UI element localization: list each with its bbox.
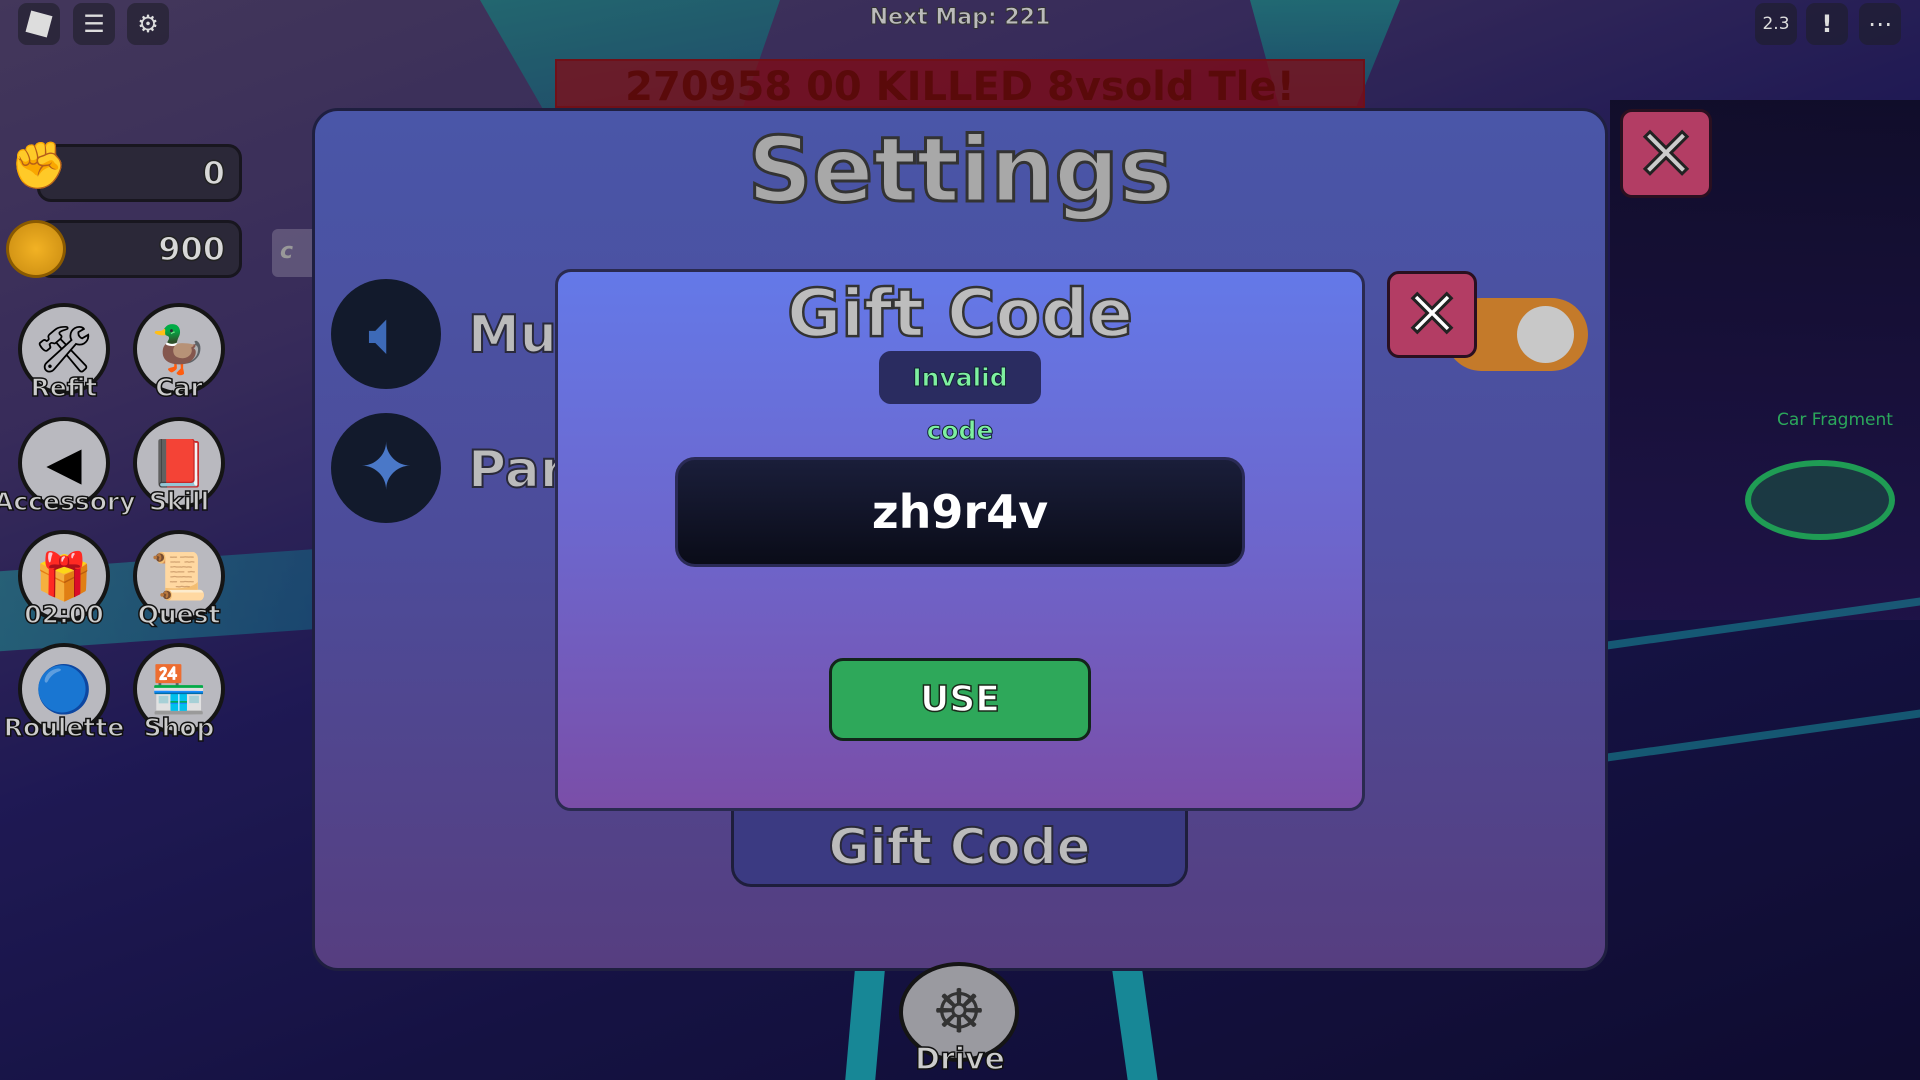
drive-label: Drive: [914, 1041, 1005, 1078]
sparkle-icon: ✦: [359, 431, 413, 505]
kill-banner: 270958 00 KILLED 8vsold Tle!: [555, 59, 1365, 108]
more-icon: ⋯: [1868, 10, 1892, 38]
coin-icon: [6, 220, 66, 278]
speaker-icon: 🔈︎: [368, 299, 404, 369]
side-tab[interactable]: c: [272, 229, 312, 277]
side-button-label: Skill: [148, 486, 210, 517]
book-icon: 📕: [150, 435, 208, 490]
coins-bar: 900: [37, 220, 242, 278]
music-icon-circle: 🔈︎: [331, 279, 441, 389]
side-button-label: Shop: [143, 712, 215, 743]
gift-code-close-button[interactable]: ✕: [1387, 271, 1477, 358]
more-button[interactable]: ⋯: [1859, 3, 1901, 45]
close-icon: ✕: [1634, 110, 1697, 197]
roulette-icon: 🔵: [35, 661, 93, 716]
shop-icon: 🏪: [150, 661, 208, 716]
report-icon: !: [1821, 10, 1833, 38]
steering-wheel-icon: ☸: [932, 977, 986, 1047]
power-value: 0: [202, 153, 226, 193]
gift-code-title: Gift Code: [786, 274, 1134, 354]
power-bar: 0: [37, 144, 242, 202]
settings-title: Settings: [746, 117, 1174, 225]
use-button[interactable]: USE: [829, 658, 1091, 741]
side-button-label: Car: [154, 372, 203, 403]
roblox-icon: [25, 10, 53, 38]
version-label: 2.3: [1755, 3, 1797, 45]
next-map-label: Next Map: 221: [869, 5, 1051, 31]
fist-icon: ✊: [10, 138, 68, 192]
report-button[interactable]: !: [1806, 3, 1848, 45]
roblox-menu-button[interactable]: [18, 3, 60, 45]
settings-button[interactable]: ⚙: [127, 3, 169, 45]
code-input[interactable]: zh9r4v: [675, 457, 1245, 567]
gift-code-button-label: Gift Code: [828, 817, 1092, 877]
side-button-label: Quest: [137, 599, 221, 630]
gift-icon: 🎁: [35, 548, 93, 603]
settings-close-button[interactable]: ✕: [1620, 109, 1712, 198]
gear-icon: ⚙: [137, 10, 159, 38]
coins-value: 900: [157, 229, 225, 269]
scroll-icon: 📜: [150, 548, 208, 603]
tools-icon: 🛠: [34, 321, 94, 376]
status-message: Invalid code: [879, 351, 1041, 446]
cone-icon: ◀: [46, 436, 82, 490]
particles-icon-circle: ✦: [331, 413, 441, 523]
close-icon: ✕: [1403, 275, 1461, 355]
toggle-knob: [1517, 306, 1574, 363]
chat-icon: ☰: [83, 10, 105, 38]
chat-button[interactable]: ☰: [73, 3, 115, 45]
duck-car-icon: 🦆: [150, 321, 208, 376]
